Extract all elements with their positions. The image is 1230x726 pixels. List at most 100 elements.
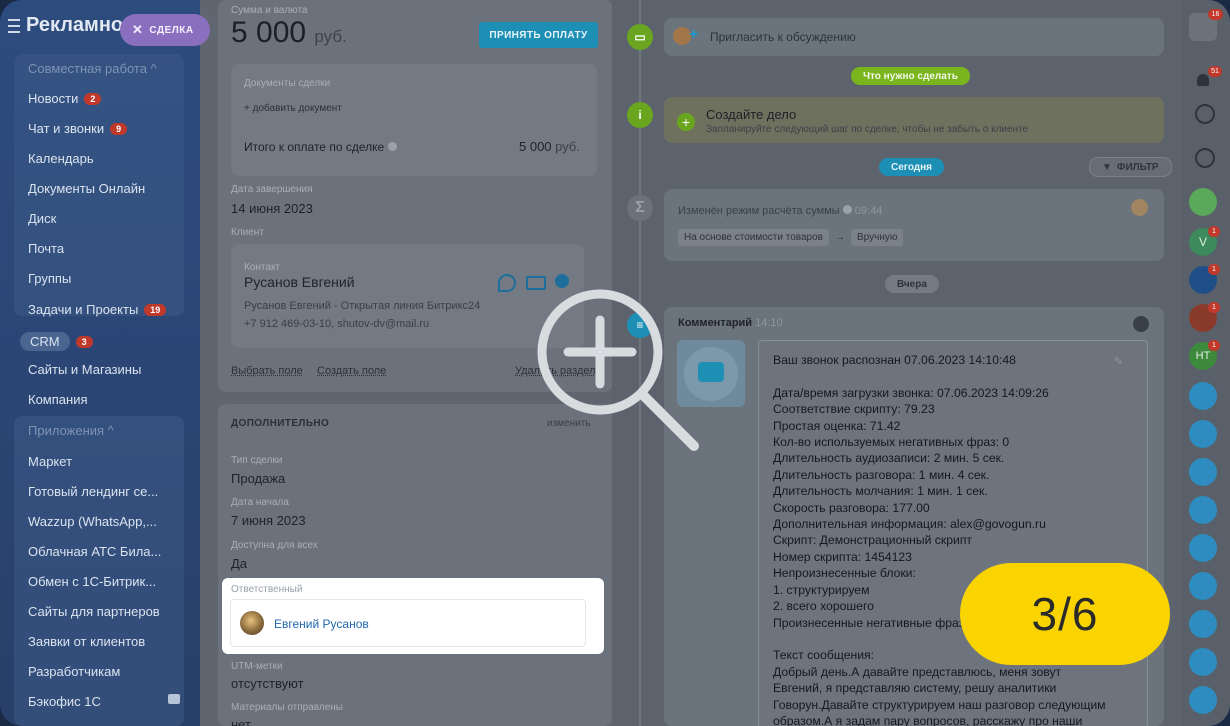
- comment-line: Дополнительная информация: alex@govogun.…: [773, 517, 1046, 532]
- sidebar-item-label: Календарь: [28, 151, 94, 166]
- sidebar-item-label: Задачи и Проекты: [28, 302, 139, 317]
- invite-text[interactable]: Пригласить к обсуждению: [710, 30, 856, 44]
- sidebar-item-sites[interactable]: Сайты и Магазины: [28, 362, 141, 377]
- responsible-name[interactable]: Евгений Русанов: [274, 617, 369, 631]
- user-icon[interactable]: [1189, 420, 1217, 448]
- count-badge: 2: [84, 92, 102, 105]
- add-document-link[interactable]: + добавить документ: [244, 103, 342, 114]
- responsible-label: Ответственный: [231, 584, 303, 595]
- sidebar-item-documents[interactable]: Документы Онлайн: [28, 181, 145, 196]
- add-icon[interactable]: +: [677, 113, 695, 131]
- section-apps[interactable]: Приложения ^: [28, 423, 114, 438]
- comment-line: Дата/время загрузки звонка: 07.06.2023 1…: [773, 385, 1049, 400]
- task-hint: Запланируйте следующий шаг по сделке, чт…: [706, 124, 1029, 135]
- deal-type-label: Тип сделки: [231, 455, 283, 466]
- sidebar-item-label: Новости: [28, 91, 79, 106]
- client-label: Клиент: [231, 227, 264, 238]
- sidebar-item-news[interactable]: Новости 2: [28, 91, 102, 106]
- pencil-icon[interactable]: ✎: [1114, 355, 1123, 368]
- change-event-card: [664, 189, 1164, 261]
- portal-name[interactable]: Рекламно: [26, 14, 123, 37]
- choose-field-link[interactable]: Выбрать поле: [231, 365, 303, 377]
- contact-name[interactable]: Русанов Евгений: [244, 274, 355, 290]
- sidebar-app-landing[interactable]: Готовый лендинг се...: [28, 484, 158, 499]
- user-icon[interactable]: [1133, 316, 1149, 332]
- user-icon[interactable]: [1189, 610, 1217, 638]
- deal-close-pill[interactable]: ✕ СДЕЛКА: [120, 14, 210, 46]
- comment-line: Длительность молчания: 1 мин. 1 сек.: [773, 484, 988, 499]
- start-date-value: 7 июня 2023: [231, 513, 306, 528]
- search-icon[interactable]: [1195, 148, 1215, 168]
- change-values: На основе стоимости товаров → Вручную: [678, 229, 904, 246]
- filter-button[interactable]: ▼ ФИЛЬТР: [1089, 157, 1172, 177]
- sidebar-app-market[interactable]: Маркет: [28, 454, 72, 469]
- accept-payment-button[interactable]: ПРИНЯТЬ ОПЛАТУ: [479, 22, 598, 48]
- comment-line: образом.А я задам пару вопросов, расскаж…: [773, 713, 1083, 726]
- sidebar-item-calendar[interactable]: Календарь: [28, 151, 94, 166]
- info-icon[interactable]: [842, 205, 852, 214]
- section-joint-work[interactable]: Совместная работа ^: [28, 61, 157, 76]
- user-icon[interactable]: [1189, 382, 1217, 410]
- sidebar-item-disk[interactable]: Диск: [28, 211, 56, 226]
- user-icon[interactable]: [1189, 458, 1217, 486]
- plus-icon: +: [689, 26, 699, 43]
- sidebar-app-backoffice[interactable]: Бэкофис 1С: [28, 694, 101, 709]
- sidebar-item-crm[interactable]: CRM 3: [20, 332, 93, 351]
- sidebar-item-label: Компания: [28, 392, 88, 407]
- stream-icon[interactable]: [1195, 104, 1215, 124]
- user-icon[interactable]: [1189, 534, 1217, 562]
- sidebar-item-tasks[interactable]: Задачи и Проекты 19: [28, 302, 167, 317]
- filter-label: ФИЛЬТР: [1116, 161, 1159, 173]
- sidebar-app-developers[interactable]: Разработчикам: [28, 664, 120, 679]
- user-icon[interactable]: [1189, 686, 1217, 714]
- slide-counter: 3/6: [960, 563, 1170, 665]
- comment-line: [773, 368, 1106, 384]
- access-label: Доступна для всех: [231, 540, 318, 551]
- menu-icon[interactable]: [8, 18, 20, 33]
- avatar[interactable]: [240, 611, 264, 635]
- access-value: Да: [231, 556, 248, 571]
- info-icon[interactable]: [387, 142, 397, 151]
- comment-line: Кол-во используемых негативных фраз: 0: [773, 435, 1010, 450]
- left-sidebar: Рекламно Совместная работа ^ Новости 2 Ча…: [0, 0, 200, 726]
- comment-line: Длительность аудиозаписи: 2 мин. 5 сек.: [773, 451, 1005, 466]
- total-value: 5 000 руб.: [519, 139, 580, 154]
- sidebar-item-label: Документы Онлайн: [28, 181, 146, 196]
- sidebar-item-company[interactable]: Компания: [28, 392, 88, 407]
- phone-icon[interactable]: [498, 274, 516, 292]
- avatar-badge: 1: [1208, 302, 1220, 313]
- comment-line: Простая оценка: 71.42: [773, 418, 901, 433]
- comment-line: Ваш звонок распознан 07.06.2023 14:10:48: [773, 353, 1016, 367]
- sidebar-item-groups[interactable]: Группы: [28, 271, 71, 286]
- zoom-in-icon[interactable]: [534, 286, 704, 456]
- sidebar-header: Рекламно: [8, 14, 123, 37]
- sidebar-item-mail[interactable]: Почта: [28, 241, 64, 256]
- user-icon[interactable]: [1189, 648, 1217, 676]
- sidebar-app-client-requests[interactable]: Заявки от клиентов: [28, 634, 145, 649]
- app-window: Рекламно Совместная работа ^ Новости 2 Ча…: [0, 0, 1230, 726]
- contact-card: [231, 244, 584, 348]
- sidebar-app-1c-exchange[interactable]: Обмен с 1С-Битрик...: [28, 574, 156, 589]
- sidebar-app-wazzup[interactable]: Wazzup (WhatsApp,...: [28, 514, 157, 529]
- chat-icon: ▭: [627, 24, 653, 50]
- phone-call-icon[interactable]: [1189, 188, 1217, 216]
- sidebar-app-ats[interactable]: Облачная АТС Била...: [28, 544, 161, 559]
- printer-icon[interactable]: [168, 694, 180, 704]
- contact-details: +7 912 469-03-10, shutov-dv@mail.ru: [244, 318, 430, 330]
- total-number: 5 000: [519, 139, 552, 154]
- user-icon[interactable]: [1189, 572, 1217, 600]
- comment-line: Скрипт: Демонстрационный скрипт: [773, 533, 972, 548]
- total-label-text: Итого к оплате по сделке: [244, 140, 385, 154]
- yesterday-pill: Вчера: [885, 275, 939, 293]
- sidebar-app-partner-sites[interactable]: Сайты для партнеров: [28, 604, 160, 619]
- utm-label: UTM-метки: [231, 661, 283, 672]
- user-icon[interactable]: [1189, 496, 1217, 524]
- contact-source: Русанов Евгений - Открытая линия Битрикс…: [244, 300, 481, 312]
- create-field-link[interactable]: Создать поле: [317, 365, 386, 377]
- count-badge: 9: [110, 122, 128, 135]
- avatar-badge: 1: [1208, 226, 1220, 237]
- close-icon: ✕: [132, 22, 144, 37]
- arrow-icon: →: [834, 232, 845, 243]
- sidebar-item-chat[interactable]: Чат и звонки 9: [28, 121, 128, 136]
- sidebar-item-label: Группы: [28, 271, 72, 286]
